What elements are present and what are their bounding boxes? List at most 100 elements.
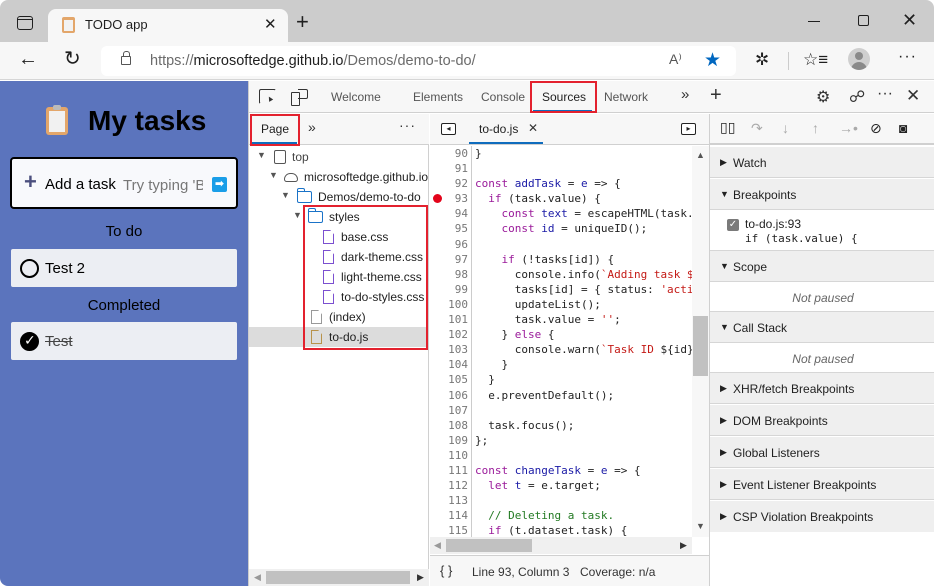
line-number[interactable]: 97 (430, 252, 468, 267)
tab-actions-icon[interactable] (17, 16, 33, 30)
scroll-left-icon[interactable]: ◀ (254, 572, 261, 583)
scrollbar-thumb[interactable] (693, 316, 708, 376)
step-over-icon[interactable]: ↷ (751, 120, 763, 137)
tree-item-domain[interactable]: ▼ microsoftedge.github.io (249, 167, 428, 187)
add-tool-icon[interactable]: + (710, 84, 722, 106)
line-number[interactable]: 108 (430, 418, 468, 433)
line-number[interactable]: 107 (430, 403, 468, 418)
line-number[interactable]: 115 (430, 523, 468, 537)
new-tab-button[interactable]: + (296, 11, 309, 33)
tree-item-file[interactable]: (index) (249, 307, 428, 327)
editor-tab-close-icon[interactable]: ✕ (528, 121, 538, 135)
profile-avatar[interactable] (848, 48, 870, 70)
maximize-icon[interactable] (858, 15, 869, 26)
code-line[interactable]: 96 (430, 237, 692, 252)
code-line[interactable]: 110 (430, 448, 692, 463)
new-task-input[interactable] (123, 174, 203, 196)
dom-breakpoints-section[interactable]: ▶ DOM Breakpoints (710, 405, 934, 436)
line-number[interactable]: 111 (430, 463, 468, 478)
code-line[interactable]: 102 } else { (430, 327, 692, 342)
window-close-icon[interactable]: ✕ (902, 10, 917, 31)
expand-triangle-icon[interactable]: ▼ (269, 170, 278, 180)
toggle-navigator-icon[interactable]: ◂ (441, 123, 456, 135)
code-line[interactable]: 100 updateList(); (430, 297, 692, 312)
code-line[interactable]: 95 const id = uniqueID(); (430, 221, 692, 236)
address-bar[interactable]: https://microsoftedge.github.io/Demos/de… (101, 46, 736, 76)
tree-item-file[interactable]: base.css (249, 227, 428, 247)
scrollbar-thumb[interactable] (446, 539, 532, 552)
code-line[interactable]: 111 const changeTask = e => { (430, 463, 692, 478)
back-arrow-icon[interactable]: ← (18, 49, 38, 69)
call-stack-section[interactable]: ▼ Call Stack (710, 312, 934, 343)
code-line[interactable]: 98 console.info(`Adding task $ (430, 267, 692, 282)
csp-violation-breakpoints-section[interactable]: ▶ CSP Violation Breakpoints (710, 501, 934, 532)
tree-item-file-selected[interactable]: to-do.js (249, 327, 428, 347)
tab-network[interactable]: Network (604, 90, 648, 104)
xhr-breakpoints-section[interactable]: ▶ XHR/fetch Breakpoints (710, 373, 934, 404)
tree-item-file[interactable]: light-theme.css (249, 267, 428, 287)
line-number[interactable]: 109 (430, 433, 468, 448)
scope-section[interactable]: ▼ Scope (710, 251, 934, 282)
devtools-close-icon[interactable]: ✕ (906, 86, 920, 106)
line-number[interactable]: 112 (430, 478, 468, 493)
scroll-left-icon[interactable]: ◀ (434, 540, 441, 551)
settings-gear-icon[interactable]: ⚙ (816, 87, 830, 107)
code-line[interactable]: 97 if (!tasks[id]) { (430, 252, 692, 267)
tree-item-folder[interactable]: ▼ styles (249, 207, 428, 227)
code-line[interactable]: 115 if (t.dataset.task) { (430, 523, 692, 537)
task-checkbox-checked[interactable] (20, 332, 39, 351)
global-listeners-section[interactable]: ▶ Global Listeners (710, 437, 934, 468)
line-number[interactable]: 91 (430, 161, 468, 176)
scroll-down-icon[interactable]: ▼ (696, 521, 705, 531)
scroll-right-icon[interactable]: ▶ (417, 572, 424, 583)
breakpoint-checkbox[interactable]: ✓ (727, 219, 739, 231)
line-number[interactable]: 110 (430, 448, 468, 463)
line-number[interactable]: 94 (430, 206, 468, 221)
code-lines[interactable]: 90} 91 92 const addTask = e => {93 if (task… (430, 146, 692, 537)
line-number[interactable]: 98 (430, 267, 468, 282)
inspect-element-icon[interactable] (259, 89, 276, 104)
event-listener-breakpoints-section[interactable]: ▶ Event Listener Breakpoints (710, 469, 934, 500)
line-number[interactable]: 100 (430, 297, 468, 312)
editor-vertical-scrollbar[interactable]: ▲ ▼ (692, 146, 709, 537)
step-icon[interactable]: →• (839, 120, 858, 136)
more-tabs-icon[interactable]: » (681, 86, 689, 103)
pretty-print-icon[interactable]: { } (440, 563, 452, 578)
line-number[interactable]: 96 (430, 237, 468, 252)
tree-item-file[interactable]: dark-theme.css (249, 247, 428, 267)
task-checkbox[interactable] (20, 259, 39, 278)
tree-item-folder[interactable]: ▼ Demos/demo-to-do (249, 187, 428, 207)
line-number[interactable]: 92 (430, 176, 468, 191)
feedback-icon[interactable]: ☍ (849, 87, 865, 107)
tree-item-file[interactable]: to-do-styles.css (249, 287, 428, 307)
code-line[interactable]: 92 const addTask = e => { (430, 176, 692, 191)
code-line[interactable]: 112 let t = e.target; (430, 478, 692, 493)
breakpoint-item[interactable]: ✓ to-do.js:93 if (task.value) { (710, 211, 934, 251)
line-number[interactable]: 101 (430, 312, 468, 327)
code-line[interactable]: 106 e.preventDefault(); (430, 388, 692, 403)
pause-icon[interactable]: ▯▯ (720, 119, 735, 136)
breakpoints-section[interactable]: ▼ Breakpoints (710, 179, 934, 210)
code-line[interactable]: 91 (430, 161, 692, 176)
editor-horizontal-scrollbar[interactable]: ◀ ▶ (430, 537, 692, 554)
line-number[interactable]: 105 (430, 372, 468, 387)
editor-tab-to-do-js[interactable]: to-do.js (479, 122, 518, 136)
step-out-icon[interactable]: ↑ (812, 120, 819, 136)
device-emulation-icon[interactable] (291, 89, 308, 106)
submit-arrow-icon[interactable]: ➡ (212, 177, 227, 192)
task-item[interactable]: Test 2 (11, 249, 237, 287)
expand-triangle-icon[interactable]: ▼ (293, 210, 302, 220)
code-line[interactable]: 109}; (430, 433, 692, 448)
url-text[interactable]: https://microsoftedge.github.io/Demos/de… (150, 53, 476, 69)
scroll-up-icon[interactable]: ▲ (696, 150, 705, 160)
tab-page[interactable]: Page (261, 122, 289, 136)
settings-more-icon[interactable]: ··· (898, 48, 917, 66)
code-line[interactable]: 114 // Deleting a task. (430, 508, 692, 523)
step-into-icon[interactable]: ↓ (782, 120, 789, 136)
deactivate-breakpoints-icon[interactable]: ⊘ (870, 120, 882, 137)
line-number[interactable]: 103 (430, 342, 468, 357)
scroll-right-icon[interactable]: ▶ (680, 540, 687, 551)
code-line[interactable]: 107 (430, 403, 692, 418)
more-navigator-tabs-icon[interactable]: » (308, 119, 316, 135)
favorite-star-icon[interactable]: ★ (704, 49, 721, 72)
